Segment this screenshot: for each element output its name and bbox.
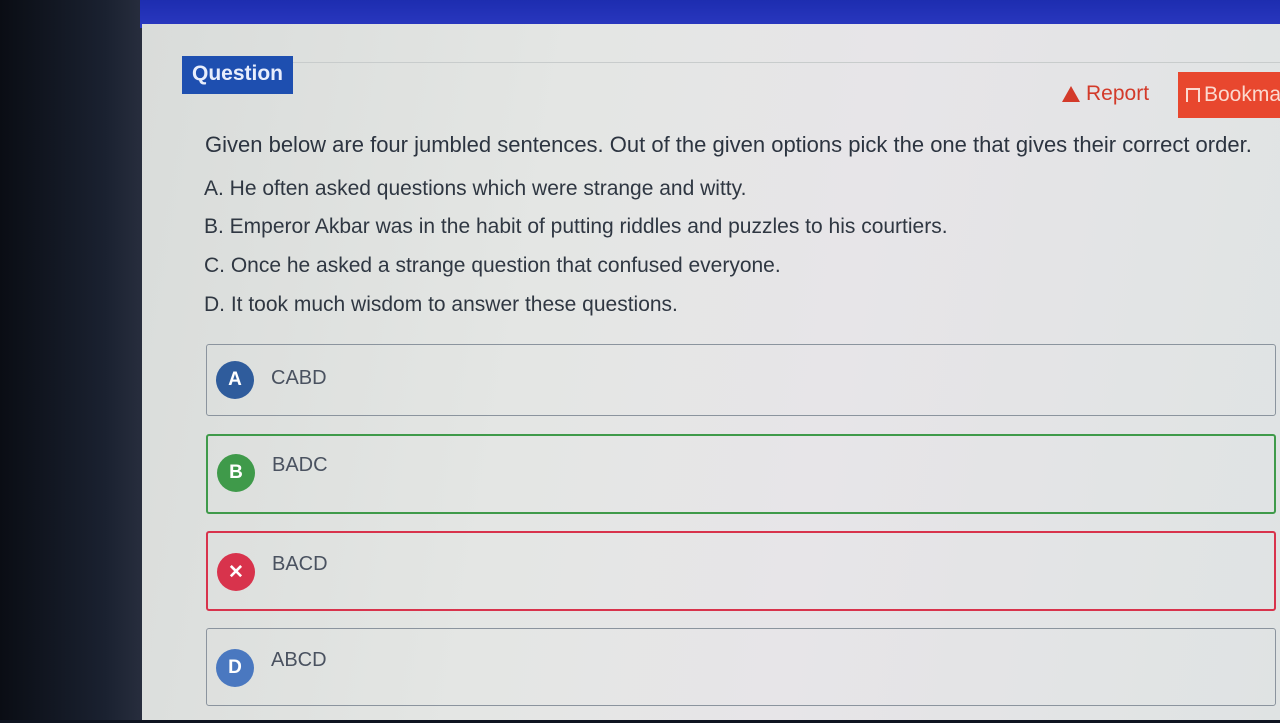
option-label-b: BADC <box>272 454 328 476</box>
report-label: Report <box>1086 82 1150 105</box>
option-label-c: BACD <box>272 553 328 575</box>
screen-content: Question Report Bookma Given below are f… <box>142 24 1280 720</box>
bookmark-label: Bookma <box>1204 83 1280 106</box>
question-stem: Given below are four jumbled sentences. … <box>205 132 1252 157</box>
option-b-correct[interactable]: B BADC <box>206 434 1276 514</box>
sentence-a: A. He often asked questions which were s… <box>204 177 747 200</box>
monitor-bezel <box>0 0 150 720</box>
option-d[interactable]: D ABCD <box>206 628 1276 706</box>
question-tag: Question <box>182 56 294 94</box>
bookmark-button[interactable]: Bookma <box>1178 72 1280 118</box>
report-button[interactable]: Report <box>1062 82 1149 106</box>
warning-icon <box>1062 86 1080 102</box>
option-c-wrong[interactable]: ✕ BACD <box>206 531 1276 611</box>
option-badge-a: A <box>216 361 254 399</box>
sentence-c: C. Once he asked a strange question that… <box>204 254 781 277</box>
option-badge-d: D <box>216 649 254 687</box>
option-label-a: CABD <box>271 367 327 389</box>
wrong-x-icon: ✕ <box>217 553 255 591</box>
option-badge-b: B <box>217 454 255 492</box>
option-a[interactable]: A CABD <box>206 344 1276 416</box>
option-label-d: ABCD <box>271 649 327 671</box>
sentence-d: D. It took much wisdom to answer these q… <box>204 293 678 316</box>
sentence-b: B. Emperor Akbar was in the habit of put… <box>204 215 948 238</box>
bookmark-icon <box>1186 88 1200 102</box>
